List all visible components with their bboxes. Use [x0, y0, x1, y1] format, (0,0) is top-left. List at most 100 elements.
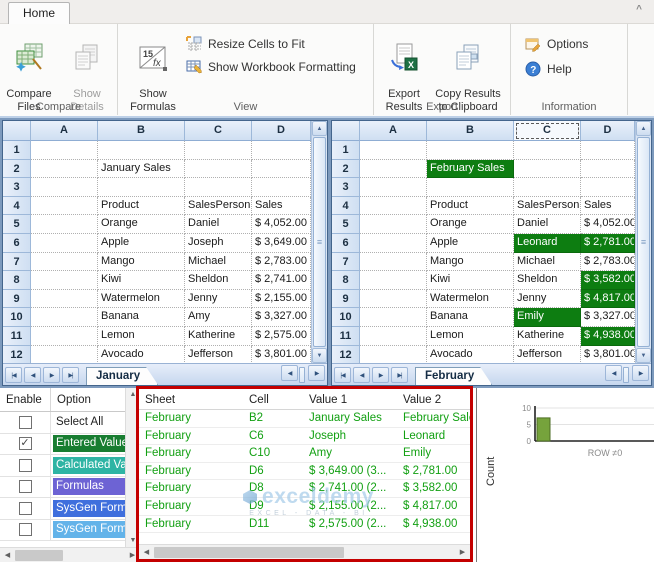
hscroll-left-icon[interactable]: ◀: [281, 365, 298, 381]
cell-c6[interactable]: Leonard: [514, 233, 581, 253]
results-cell-r0c2[interactable]: January Sales: [303, 410, 397, 428]
hscroll-left-icon[interactable]: ◀: [605, 365, 622, 381]
results-cell-r6c2[interactable]: $ 2,575.00 (2...: [303, 516, 397, 534]
row-header-7[interactable]: 7: [332, 252, 360, 272]
nav-last-icon[interactable]: ▶|: [62, 367, 79, 383]
cell-b10[interactable]: Banana: [427, 308, 514, 327]
results-cell-r3c0[interactable]: February: [139, 463, 243, 481]
row-header-5[interactable]: 5: [3, 215, 31, 234]
results-horizontal-scrollbar[interactable]: ◀ ▶: [139, 544, 470, 559]
cell-c9[interactable]: Jenny: [514, 289, 581, 309]
vertical-scrollbar[interactable]: ▲ ≡ ▼: [635, 121, 651, 363]
cell-a6[interactable]: [360, 233, 427, 253]
cell-a3[interactable]: [360, 178, 427, 197]
cell-c7[interactable]: Michael: [185, 252, 252, 272]
cell-c8[interactable]: Sheldon: [514, 271, 581, 290]
results-cell-r2c3[interactable]: Emily: [397, 445, 470, 463]
column-header-a[interactable]: A: [31, 121, 98, 141]
nav-last-icon[interactable]: ▶|: [391, 367, 408, 383]
cell-b11[interactable]: Lemon: [98, 326, 185, 346]
cell-d12[interactable]: $ 3,801.00: [252, 345, 311, 363]
cell-c11[interactable]: Katherine: [514, 326, 581, 346]
scroll-up-icon[interactable]: ▲: [636, 121, 651, 136]
cell-b5[interactable]: Orange: [427, 215, 514, 234]
row-header-12[interactable]: 12: [3, 345, 31, 363]
row-header-9[interactable]: 9: [332, 289, 360, 309]
cell-c7[interactable]: Michael: [514, 252, 581, 272]
cell-c2[interactable]: [514, 159, 581, 179]
results-cell-r5c2[interactable]: $ 2,155.00 (2...: [303, 498, 397, 516]
column-header-c[interactable]: C: [514, 121, 581, 141]
cell-d7[interactable]: $ 2,783.00: [581, 252, 635, 272]
cell-d4[interactable]: Sales: [252, 196, 311, 216]
cell-c12[interactable]: Jefferson: [185, 345, 252, 363]
cell-b7[interactable]: Mango: [98, 252, 185, 272]
cell-d1[interactable]: [252, 141, 311, 160]
nav-prev-icon[interactable]: ◀: [353, 367, 370, 383]
cell-b6[interactable]: Apple: [427, 233, 514, 253]
results-cell-r2c1[interactable]: C10: [243, 445, 303, 463]
help-button[interactable]: ? Help: [521, 61, 592, 77]
cell-a12[interactable]: [360, 345, 427, 363]
cell-b11[interactable]: Lemon: [427, 326, 514, 346]
scrollbar-thumb[interactable]: ≡: [313, 137, 326, 347]
tab-splitter[interactable]: [299, 367, 305, 383]
option-checkbox[interactable]: [18, 480, 32, 494]
row-header-10[interactable]: 10: [3, 308, 31, 327]
results-cell-r2c0[interactable]: February: [139, 445, 243, 463]
cell-c10[interactable]: Amy: [185, 308, 252, 327]
cell-c6[interactable]: Joseph: [185, 233, 252, 253]
results-cell-r1c3[interactable]: Leonard: [397, 428, 470, 446]
cell-c1[interactable]: [185, 141, 252, 160]
cell-b10[interactable]: Banana: [98, 308, 185, 327]
cell-a7[interactable]: [31, 252, 98, 272]
minimize-ribbon-icon[interactable]: ^: [636, 4, 642, 15]
column-header-d[interactable]: D: [581, 121, 635, 141]
column-header-d[interactable]: D: [252, 121, 311, 141]
option-checkbox[interactable]: [18, 415, 32, 429]
cell-d10[interactable]: $ 3,327.00: [252, 308, 311, 327]
cell-c12[interactable]: Jefferson: [514, 345, 581, 363]
option-label[interactable]: SysGen Formulas: [53, 521, 125, 539]
row-header-6[interactable]: 6: [3, 233, 31, 253]
cell-d2[interactable]: [581, 159, 635, 179]
cell-b12[interactable]: Avocado: [427, 345, 514, 363]
cell-b6[interactable]: Apple: [98, 233, 185, 253]
option-checkbox[interactable]: [18, 523, 32, 537]
options-horizontal-scrollbar[interactable]: ◀ ▶: [0, 547, 140, 562]
cell-a7[interactable]: [360, 252, 427, 272]
cell-d3[interactable]: [581, 178, 635, 197]
cell-c1[interactable]: [514, 141, 581, 160]
cell-a10[interactable]: [360, 308, 427, 327]
cell-d9[interactable]: $ 2,155.00: [252, 289, 311, 309]
nav-next-icon[interactable]: ▶: [372, 367, 389, 383]
cell-c2[interactable]: [185, 159, 252, 179]
cell-d7[interactable]: $ 2,783.00: [252, 252, 311, 272]
cell-d1[interactable]: [581, 141, 635, 160]
results-cell-r4c2[interactable]: $ 2,741.00 (2...: [303, 480, 397, 498]
cell-a2[interactable]: [31, 159, 98, 179]
cell-a8[interactable]: [360, 271, 427, 290]
row-header-8[interactable]: 8: [3, 271, 31, 290]
nav-first-icon[interactable]: |◀: [334, 367, 351, 383]
results-cell-r5c0[interactable]: February: [139, 498, 243, 516]
row-header-5[interactable]: 5: [332, 215, 360, 234]
cell-b1[interactable]: [98, 141, 185, 160]
results-cell-r6c1[interactable]: D11: [243, 516, 303, 534]
row-header-12[interactable]: 12: [332, 345, 360, 363]
option-checkbox[interactable]: [18, 501, 32, 515]
column-header-c[interactable]: C: [185, 121, 252, 141]
row-header-8[interactable]: 8: [332, 271, 360, 290]
cell-a3[interactable]: [31, 178, 98, 197]
cell-d3[interactable]: [252, 178, 311, 197]
tab-splitter[interactable]: [623, 367, 629, 383]
cell-a12[interactable]: [31, 345, 98, 363]
scrollbar-thumb[interactable]: [154, 546, 344, 558]
option-label[interactable]: Select All: [53, 414, 125, 431]
cell-d6[interactable]: $ 3,649.00: [252, 233, 311, 253]
cell-b7[interactable]: Mango: [427, 252, 514, 272]
scroll-down-icon[interactable]: ▼: [636, 348, 651, 363]
cell-a2[interactable]: [360, 159, 427, 179]
scrollbar-thumb[interactable]: [15, 549, 63, 561]
cell-a11[interactable]: [31, 326, 98, 346]
